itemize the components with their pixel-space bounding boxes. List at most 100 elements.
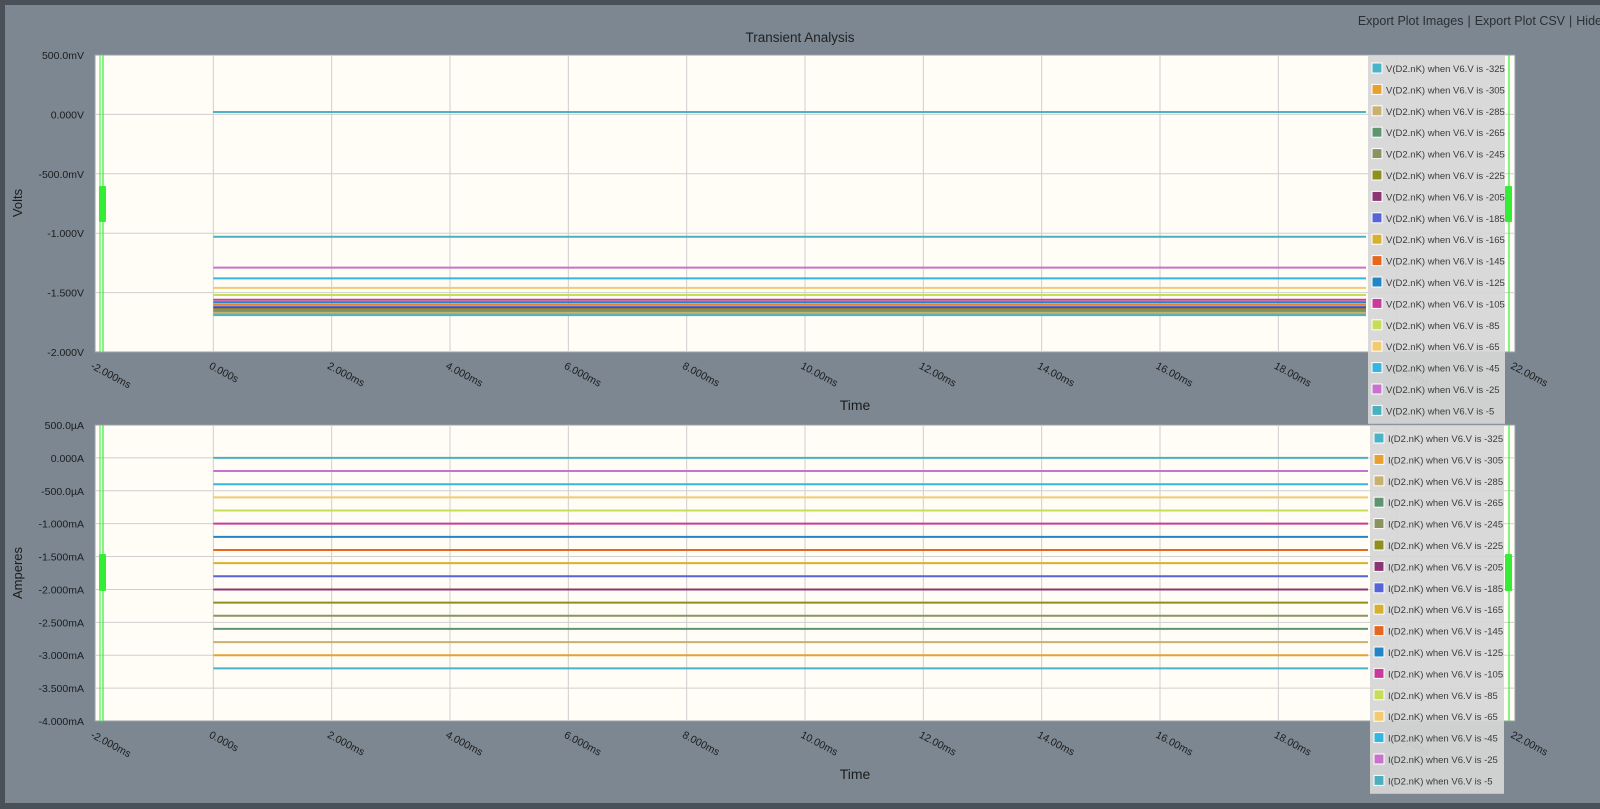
x-tick-label: 10.00ms [799, 360, 840, 390]
y-axis-label: Amperes [10, 546, 25, 599]
y-tick-label: 500.0µA [45, 420, 84, 432]
legend-swatch[interactable] [1371, 62, 1383, 74]
legend-label[interactable]: V(D2.nK) when V6.V is -185 [1386, 214, 1505, 225]
legend-swatch[interactable] [1373, 732, 1385, 744]
legend-label[interactable]: I(D2.nK) when V6.V is -325 [1388, 434, 1503, 445]
legend-label[interactable]: I(D2.nK) when V6.V is -225 [1388, 541, 1503, 552]
x-tick-label: 0.000s [207, 729, 240, 754]
legend-swatch[interactable] [1373, 603, 1385, 615]
legend-label[interactable]: I(D2.nK) when V6.V is -85 [1388, 691, 1498, 702]
legend-swatch[interactable] [1373, 496, 1385, 508]
legend-swatch[interactable] [1371, 362, 1383, 374]
y-tick-label: 500.0mV [42, 50, 84, 62]
x-tick-label: 14.00ms [1035, 360, 1076, 390]
x-tick-label: 8.000ms [680, 360, 721, 390]
legend-label[interactable]: V(D2.nK) when V6.V is -105 [1386, 299, 1505, 310]
legend-label[interactable]: I(D2.nK) when V6.V is -45 [1388, 734, 1498, 745]
legend-label[interactable]: I(D2.nK) when V6.V is -145 [1388, 627, 1503, 638]
legend-swatch[interactable] [1371, 212, 1383, 224]
legend-swatch[interactable] [1373, 432, 1385, 444]
legend-swatch[interactable] [1373, 475, 1385, 487]
legend-swatch[interactable] [1371, 383, 1383, 395]
legend-label[interactable]: I(D2.nK) when V6.V is -305 [1388, 455, 1503, 466]
legend-swatch[interactable] [1371, 148, 1383, 160]
legend-swatch[interactable] [1371, 169, 1383, 181]
left-cursor-handle[interactable] [99, 554, 106, 591]
legend-swatch[interactable] [1371, 126, 1383, 138]
legend-label[interactable]: I(D2.nK) when V6.V is -25 [1388, 755, 1498, 766]
legend-swatch[interactable] [1371, 319, 1383, 331]
legend-swatch[interactable] [1371, 340, 1383, 352]
y-tick-label: 0.000V [51, 109, 84, 121]
y-tick-label: -1.000V [47, 228, 84, 240]
legend-swatch[interactable] [1373, 646, 1385, 658]
legend-label[interactable]: V(D2.nK) when V6.V is -25 [1386, 385, 1500, 396]
legend-swatch[interactable] [1373, 518, 1385, 530]
legend-swatch[interactable] [1371, 105, 1383, 117]
x-tick-label: 16.00ms [1154, 360, 1195, 390]
legend-swatch[interactable] [1373, 625, 1385, 637]
legend-label[interactable]: V(D2.nK) when V6.V is -65 [1386, 342, 1500, 353]
legend-label[interactable]: I(D2.nK) when V6.V is -65 [1388, 712, 1498, 723]
y-tick-label: -3.500mA [38, 683, 84, 695]
legend-label[interactable]: I(D2.nK) when V6.V is -165 [1388, 605, 1503, 616]
legend-label[interactable]: I(D2.nK) when V6.V is -265 [1388, 498, 1503, 509]
y-tick-label: -2.000mA [38, 584, 84, 596]
x-tick-label: 4.000ms [444, 729, 485, 759]
legend-swatch[interactable] [1371, 404, 1383, 416]
x-tick-label: 16.00ms [1154, 729, 1195, 759]
legend-label[interactable]: V(D2.nK) when V6.V is -265 [1386, 128, 1505, 139]
x-tick-label: 12.00ms [917, 360, 958, 390]
legend-label[interactable]: I(D2.nK) when V6.V is -105 [1388, 669, 1503, 680]
right-cursor-handle[interactable] [1505, 554, 1512, 591]
legend-swatch[interactable] [1373, 539, 1385, 551]
legend-label[interactable]: V(D2.nK) when V6.V is -305 [1386, 85, 1505, 96]
x-tick-label: 2.000ms [325, 729, 366, 759]
x-tick-label: 10.00ms [799, 729, 840, 759]
x-tick-label: 14.00ms [1035, 729, 1076, 759]
legend-label[interactable]: V(D2.nK) when V6.V is -225 [1386, 171, 1505, 182]
legend-swatch[interactable] [1373, 582, 1385, 594]
legend-swatch[interactable] [1373, 667, 1385, 679]
legend-swatch[interactable] [1373, 689, 1385, 701]
legend-label[interactable]: I(D2.nK) when V6.V is -185 [1388, 584, 1503, 595]
legend-label[interactable]: V(D2.nK) when V6.V is -45 [1386, 364, 1500, 375]
legend-swatch[interactable] [1371, 233, 1383, 245]
y-tick-label: -500.0mV [38, 169, 84, 181]
legend-label[interactable]: V(D2.nK) when V6.V is -205 [1386, 192, 1505, 203]
legend-swatch[interactable] [1371, 297, 1383, 309]
legend-label[interactable]: V(D2.nK) when V6.V is -165 [1386, 235, 1505, 246]
legend-label[interactable]: I(D2.nK) when V6.V is -205 [1388, 562, 1503, 573]
legend-swatch[interactable] [1371, 255, 1383, 267]
legend-label[interactable]: V(D2.nK) when V6.V is -145 [1386, 257, 1505, 268]
x-tick-label: 22.00ms [1509, 360, 1550, 390]
x-tick-label: -2.000ms [89, 360, 133, 391]
legend-label[interactable]: V(D2.nK) when V6.V is -85 [1386, 321, 1500, 332]
legend-swatch[interactable] [1371, 276, 1383, 288]
legend-swatch[interactable] [1373, 753, 1385, 765]
legend-label[interactable]: I(D2.nK) when V6.V is -245 [1388, 520, 1503, 531]
legend-label[interactable]: I(D2.nK) when V6.V is -5 [1388, 776, 1493, 787]
left-cursor-handle[interactable] [99, 186, 106, 222]
legend-swatch[interactable] [1373, 560, 1385, 572]
x-tick-label: 6.000ms [562, 360, 603, 390]
y-tick-label: 0.000A [51, 453, 84, 465]
legend-swatch[interactable] [1373, 710, 1385, 722]
y-tick-label: -2.000V [47, 347, 84, 359]
legend-label[interactable]: I(D2.nK) when V6.V is -285 [1388, 477, 1503, 488]
legend-label[interactable]: V(D2.nK) when V6.V is -125 [1386, 278, 1505, 289]
y-axis-label: Volts [10, 188, 25, 217]
legend-swatch[interactable] [1373, 453, 1385, 465]
y-tick-label: -500.0µA [41, 486, 84, 498]
legend-label[interactable]: V(D2.nK) when V6.V is -285 [1386, 107, 1505, 118]
legend-swatch[interactable] [1373, 774, 1385, 786]
legend-swatch[interactable] [1371, 83, 1383, 95]
x-axis-label: Time [840, 397, 871, 413]
y-tick-label: -1.000mA [38, 519, 84, 531]
legend-label[interactable]: I(D2.nK) when V6.V is -125 [1388, 648, 1503, 659]
right-cursor-handle[interactable] [1505, 186, 1512, 222]
legend-label[interactable]: V(D2.nK) when V6.V is -245 [1386, 150, 1505, 161]
legend-label[interactable]: V(D2.nK) when V6.V is -325 [1386, 64, 1505, 75]
legend-swatch[interactable] [1371, 190, 1383, 202]
legend-label[interactable]: V(D2.nK) when V6.V is -5 [1386, 406, 1494, 417]
